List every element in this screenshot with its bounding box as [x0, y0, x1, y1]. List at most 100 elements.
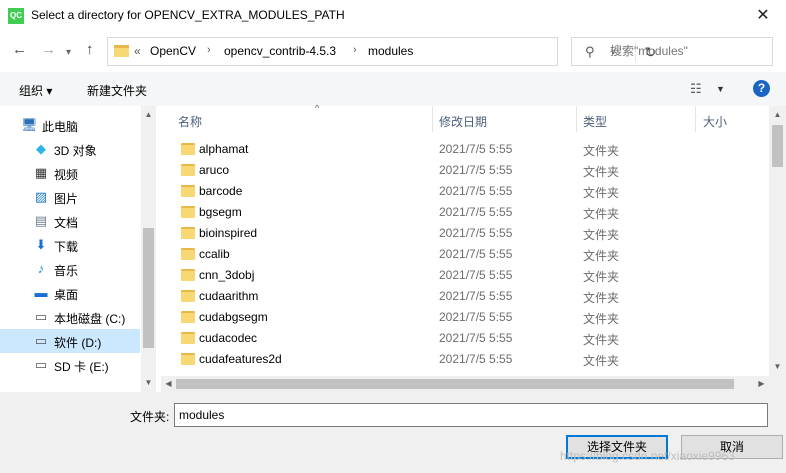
file-row[interactable]: bioinspired 2021/7/5 5:55 文件夹: [161, 223, 769, 244]
sidebar-item-icon: ♪: [37, 261, 45, 276]
column-header-size[interactable]: 大小: [703, 106, 763, 132]
sidebar-item-icon: 🖥: [21, 117, 38, 132]
column-divider[interactable]: [576, 106, 577, 132]
sidebar-item-icon: ▭: [34, 333, 48, 348]
file-name: bioinspired: [199, 226, 258, 240]
file-name: barcode: [199, 184, 243, 198]
scrollbar-thumb[interactable]: [176, 379, 734, 389]
file-list-horizontal-scrollbar[interactable]: ◀ ▶: [161, 376, 769, 392]
sidebar-item[interactable]: ◆ 3D 对象: [0, 137, 140, 161]
file-row[interactable]: cudabgsegm 2021/7/5 5:55 文件夹: [161, 307, 769, 328]
file-row[interactable]: alphamat 2021/7/5 5:55 文件夹: [161, 139, 769, 160]
sidebar-item-label: 下载: [54, 240, 79, 254]
scroll-down-icon[interactable]: ▼: [770, 362, 785, 371]
file-row[interactable]: barcode 2021/7/5 5:55 文件夹: [161, 181, 769, 202]
file-type: 文件夹: [583, 228, 620, 242]
folder-icon: [181, 143, 195, 155]
column-divider[interactable]: [432, 106, 433, 132]
scrollbar-thumb[interactable]: [143, 228, 154, 348]
file-row[interactable]: cudacodec 2021/7/5 5:55 文件夹: [161, 328, 769, 349]
sidebar-item[interactable]: ⬇ 下载: [0, 233, 140, 257]
folder-icon: [181, 185, 195, 197]
file-row[interactable]: ccalib 2021/7/5 5:55 文件夹: [161, 244, 769, 265]
sidebar-item[interactable]: ▦ 视频: [0, 161, 140, 185]
folder-icon: [181, 248, 195, 260]
folder-icon: [181, 290, 195, 302]
sidebar-item-label: 此电脑: [42, 120, 79, 134]
command-toolbar: 组织 ▾ 新建文件夹 ☷ ▼ ?: [0, 72, 786, 106]
sidebar-item-label: 3D 对象: [54, 144, 97, 158]
file-date: 2021/7/5 5:55: [439, 142, 513, 156]
sidebar-item-icon: ▤: [34, 213, 48, 228]
help-icon[interactable]: ?: [753, 80, 770, 97]
scroll-right-icon[interactable]: ▶: [754, 379, 769, 388]
breadcrumb-opencv-contrib[interactable]: opencv_contrib-4.5.3: [224, 44, 336, 58]
file-name: cnn_3dobj: [199, 268, 255, 282]
navigation-bar: ← → ▾ ↑ « OpenCV › opencv_contrib-4.5.3 …: [0, 32, 786, 70]
file-name: cudacodec: [199, 331, 258, 345]
title-bar: QC Select a directory for OPENCV_EXTRA_M…: [0, 0, 786, 32]
folder-icon: [181, 269, 195, 281]
scroll-up-icon[interactable]: ▲: [141, 110, 156, 119]
folder-icon: [114, 45, 129, 57]
sidebar-item[interactable]: 🖥 此电脑: [0, 113, 128, 137]
sidebar-item[interactable]: ▨ 图片: [0, 185, 140, 209]
sidebar-item-icon: ▬: [34, 285, 48, 300]
file-type: 文件夹: [583, 207, 620, 221]
address-bar[interactable]: « OpenCV › opencv_contrib-4.5.3 › module…: [107, 37, 656, 66]
breadcrumb-opencv[interactable]: OpenCV: [150, 44, 196, 58]
file-row[interactable]: cudafeatures2d 2021/7/5 5:55 文件夹: [161, 349, 769, 370]
up-arrow-icon[interactable]: ↑: [86, 42, 94, 58]
file-name: aruco: [199, 163, 230, 177]
view-options-chevron-icon[interactable]: ▼: [716, 84, 725, 94]
scroll-left-icon[interactable]: ◀: [161, 379, 176, 388]
column-header-type[interactable]: 类型: [583, 106, 693, 132]
forward-arrow-icon[interactable]: →: [41, 42, 56, 58]
file-date: 2021/7/5 5:55: [439, 205, 513, 219]
sidebar-item[interactable]: ▭ 软件 (D:): [0, 329, 140, 353]
recent-locations-chevron-icon[interactable]: ▾: [66, 45, 71, 61]
sidebar-item-icon: ◆: [36, 141, 46, 156]
column-header-date[interactable]: 修改日期: [439, 106, 579, 132]
sidebar-item-icon: ▭: [34, 309, 48, 324]
file-row[interactable]: cudaarithm 2021/7/5 5:55 文件夹: [161, 286, 769, 307]
sidebar-item[interactable]: ▬ 桌面: [0, 281, 140, 305]
organize-menu[interactable]: 组织 ▾: [19, 82, 52, 99]
sidebar-item[interactable]: ▤ 文档: [0, 209, 140, 233]
search-input[interactable]: [610, 44, 770, 58]
sidebar-item[interactable]: ▭ 本地磁盘 (C:): [0, 305, 140, 329]
scroll-down-icon[interactable]: ▼: [141, 378, 156, 387]
column-header-name[interactable]: ^ 名称: [178, 103, 438, 132]
breadcrumb-modules[interactable]: modules: [368, 44, 413, 58]
folder-icon: [181, 227, 195, 239]
file-name: cudabgsegm: [199, 310, 268, 324]
file-name: bgsegm: [199, 205, 242, 219]
file-list-vertical-scrollbar[interactable]: ▲ ▼: [769, 106, 786, 376]
scrollbar-thumb[interactable]: [772, 125, 783, 167]
view-options-icon[interactable]: ☷: [690, 81, 702, 97]
file-row[interactable]: bgsegm 2021/7/5 5:55 文件夹: [161, 202, 769, 223]
sidebar-item[interactable]: ♪ 音乐: [0, 257, 140, 281]
file-type: 文件夹: [583, 333, 620, 347]
file-date: 2021/7/5 5:55: [439, 289, 513, 303]
scroll-up-icon[interactable]: ▲: [770, 110, 785, 119]
file-row[interactable]: aruco 2021/7/5 5:55 文件夹: [161, 160, 769, 181]
new-folder-button[interactable]: 新建文件夹: [87, 82, 147, 99]
file-date: 2021/7/5 5:55: [439, 226, 513, 240]
navigation-scrollbar[interactable]: ▲ ▼: [141, 106, 156, 392]
address-overflow-icon[interactable]: «: [134, 44, 141, 58]
file-row[interactable]: cnn_3dobj 2021/7/5 5:55 文件夹: [161, 265, 769, 286]
close-button[interactable]: ✕: [740, 0, 786, 32]
folder-icon: [181, 164, 195, 176]
search-box[interactable]: ⚲: [571, 37, 773, 66]
folder-name-input[interactable]: [174, 403, 768, 427]
back-arrow-icon[interactable]: ←: [12, 42, 27, 58]
file-type: 文件夹: [583, 270, 620, 284]
file-date: 2021/7/5 5:55: [439, 310, 513, 324]
column-divider[interactable]: [695, 106, 696, 132]
sidebar-item-label: 文档: [54, 216, 79, 230]
sidebar-item[interactable]: ▭ SD 卡 (E:): [0, 353, 140, 377]
sidebar-item-label: 音乐: [54, 264, 79, 278]
breadcrumb-separator-icon[interactable]: ›: [353, 44, 357, 56]
breadcrumb-separator-icon[interactable]: ›: [207, 44, 211, 56]
